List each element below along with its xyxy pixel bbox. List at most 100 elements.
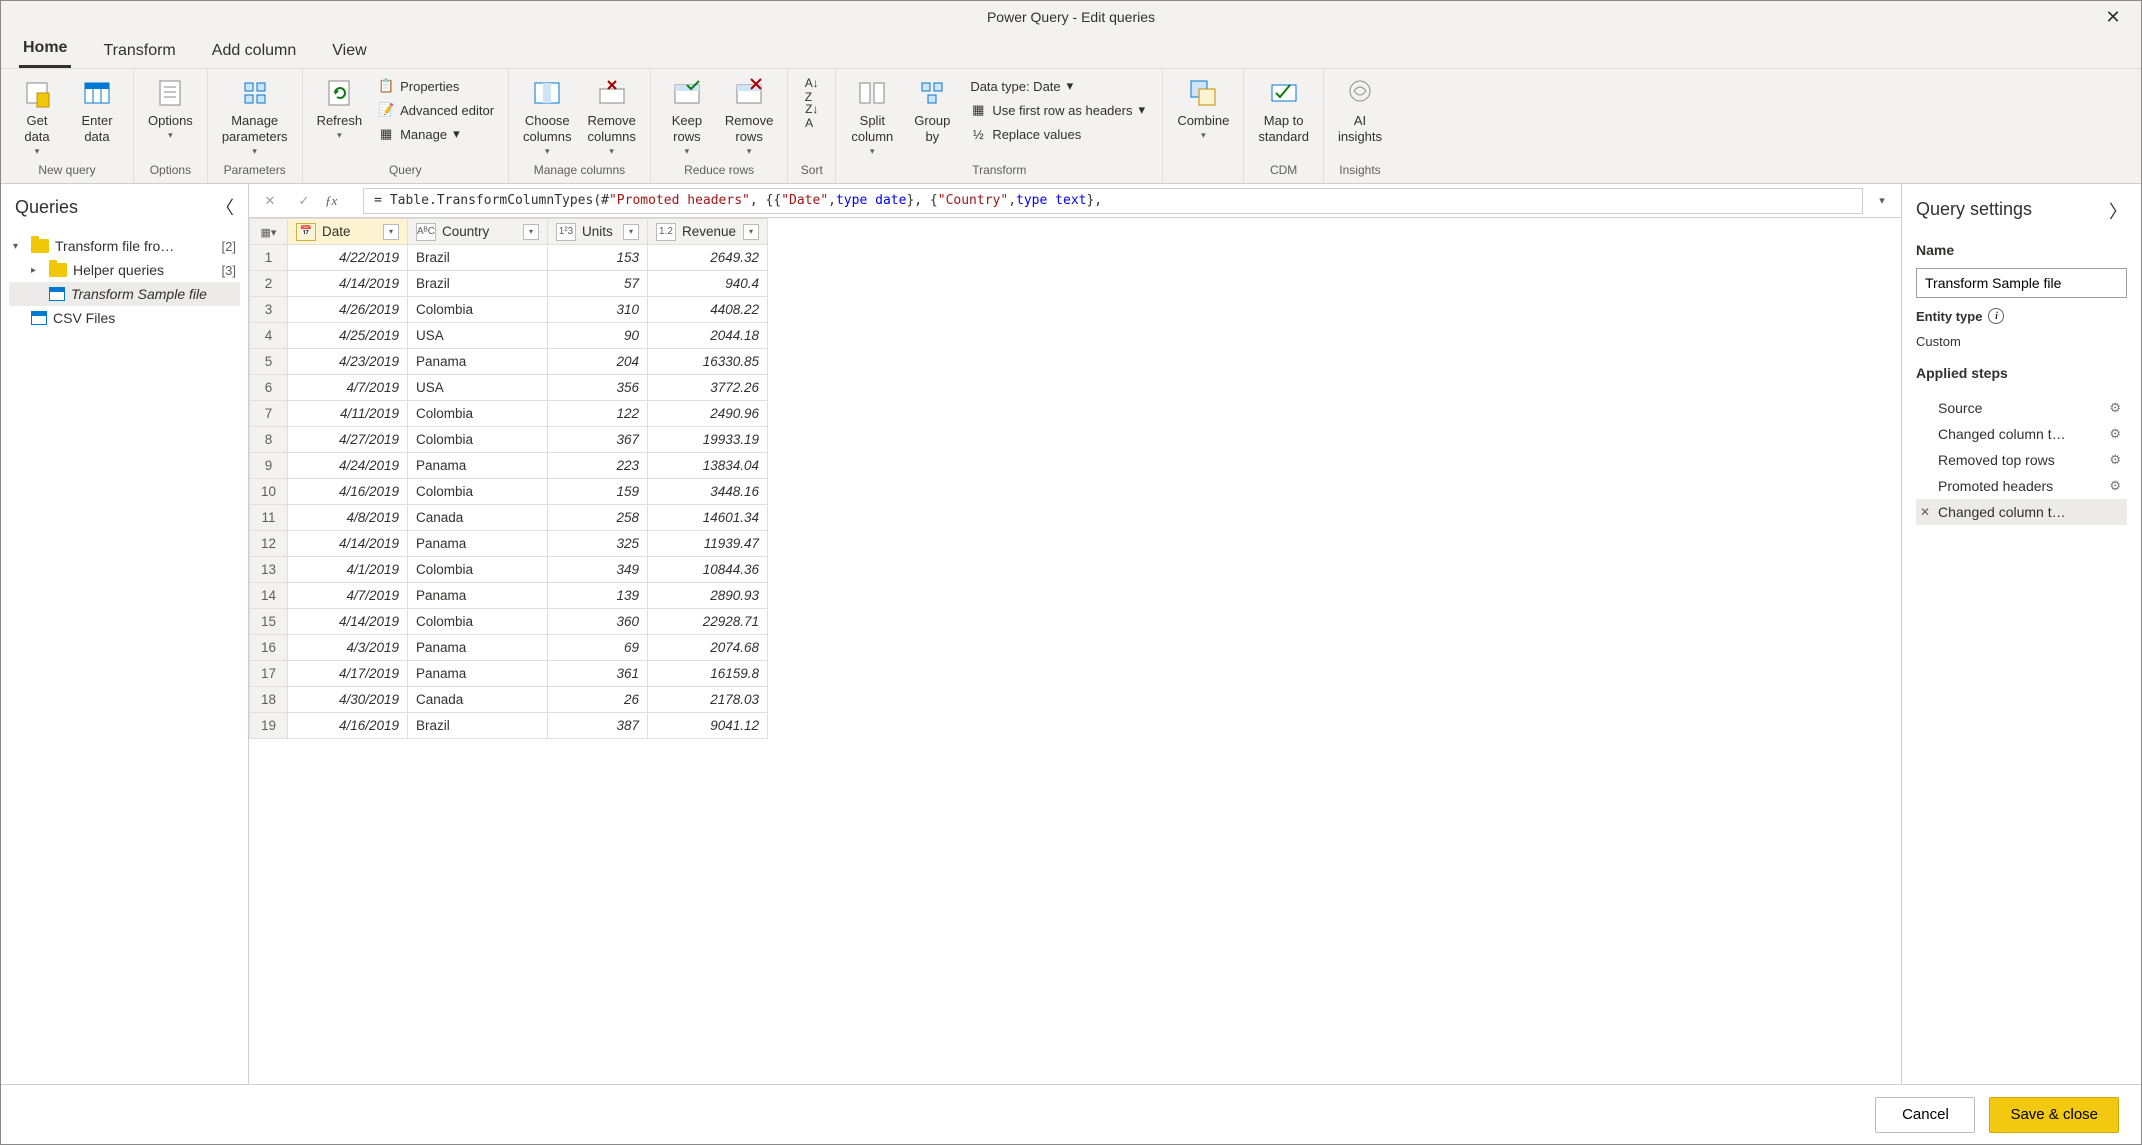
table-row[interactable]: 6 4/7/2019 USA 356 3772.26 xyxy=(250,375,768,401)
cell-revenue[interactable]: 2044.18 xyxy=(648,323,768,349)
sort-asc-button[interactable]: A↓Z xyxy=(803,79,821,101)
cell-revenue[interactable]: 2490.96 xyxy=(648,401,768,427)
cell-country[interactable]: Panama xyxy=(408,531,548,557)
row-number[interactable]: 2 xyxy=(250,271,288,297)
table-row[interactable]: 5 4/23/2019 Panama 204 16330.85 xyxy=(250,349,768,375)
get-data-button[interactable]: Get data▾ xyxy=(9,73,65,161)
query-name-input[interactable] xyxy=(1916,268,2127,298)
table-row[interactable]: 8 4/27/2019 Colombia 367 19933.19 xyxy=(250,427,768,453)
type-icon[interactable]: 1.2 xyxy=(656,223,676,241)
cell-revenue[interactable]: 13834.04 xyxy=(648,453,768,479)
cell-units[interactable]: 57 xyxy=(548,271,648,297)
table-row[interactable]: 19 4/16/2019 Brazil 387 9041.12 xyxy=(250,713,768,739)
remove-columns-button[interactable]: Remove columns▾ xyxy=(581,73,641,161)
row-number[interactable]: 5 xyxy=(250,349,288,375)
table-row[interactable]: 16 4/3/2019 Panama 69 2074.68 xyxy=(250,635,768,661)
cell-units[interactable]: 122 xyxy=(548,401,648,427)
cell-country[interactable]: Colombia xyxy=(408,557,548,583)
applied-step[interactable]: Changed column t…⚙ xyxy=(1916,421,2127,447)
table-row[interactable]: 13 4/1/2019 Colombia 349 10844.36 xyxy=(250,557,768,583)
table-row[interactable]: 17 4/17/2019 Panama 361 16159.8 xyxy=(250,661,768,687)
row-number[interactable]: 13 xyxy=(250,557,288,583)
cell-revenue[interactable]: 19933.19 xyxy=(648,427,768,453)
table-row[interactable]: 4 4/25/2019 USA 90 2044.18 xyxy=(250,323,768,349)
cell-country[interactable]: Brazil xyxy=(408,271,548,297)
cell-revenue[interactable]: 11939.47 xyxy=(648,531,768,557)
cell-units[interactable]: 325 xyxy=(548,531,648,557)
cell-date[interactable]: 4/16/2019 xyxy=(288,479,408,505)
window-close-button[interactable]: ✕ xyxy=(2093,5,2133,29)
row-number[interactable]: 17 xyxy=(250,661,288,687)
replace-values-button[interactable]: ½Replace values xyxy=(964,123,1154,145)
cell-date[interactable]: 4/30/2019 xyxy=(288,687,408,713)
data-type-button[interactable]: Data type: Date ▾ xyxy=(964,75,1154,97)
cell-units[interactable]: 360 xyxy=(548,609,648,635)
cell-country[interactable]: Panama xyxy=(408,349,548,375)
type-icon[interactable]: 📅 xyxy=(296,223,316,241)
tab-home[interactable]: Home xyxy=(19,33,71,68)
cell-date[interactable]: 4/3/2019 xyxy=(288,635,408,661)
ai-insights-button[interactable]: AI insights xyxy=(1332,73,1388,149)
group-by-button[interactable]: Group by xyxy=(904,73,960,149)
applied-step[interactable]: ✕Changed column t… xyxy=(1916,499,2127,525)
applied-step[interactable]: Source⚙ xyxy=(1916,395,2127,421)
table-row[interactable]: 15 4/14/2019 Colombia 360 22928.71 xyxy=(250,609,768,635)
first-row-headers-button[interactable]: ▦Use first row as headers ▾ xyxy=(964,99,1154,121)
cell-revenue[interactable]: 2074.68 xyxy=(648,635,768,661)
cell-units[interactable]: 153 xyxy=(548,245,648,271)
tab-transform[interactable]: Transform xyxy=(99,36,179,68)
type-icon[interactable]: 1²3 xyxy=(556,223,576,241)
cell-country[interactable]: Colombia xyxy=(408,401,548,427)
cell-country[interactable]: Panama xyxy=(408,453,548,479)
cell-date[interactable]: 4/8/2019 xyxy=(288,505,408,531)
cell-revenue[interactable]: 2890.93 xyxy=(648,583,768,609)
cell-units[interactable]: 356 xyxy=(548,375,648,401)
cell-country[interactable]: Colombia xyxy=(408,609,548,635)
cell-units[interactable]: 90 xyxy=(548,323,648,349)
gear-icon[interactable]: ⚙ xyxy=(2109,452,2121,468)
cell-country[interactable]: USA xyxy=(408,323,548,349)
cell-country[interactable]: USA xyxy=(408,375,548,401)
cell-date[interactable]: 4/11/2019 xyxy=(288,401,408,427)
row-number[interactable]: 18 xyxy=(250,687,288,713)
combine-button[interactable]: Combine▾ xyxy=(1171,73,1235,145)
applied-step[interactable]: Removed top rows⚙ xyxy=(1916,447,2127,473)
row-number[interactable]: 3 xyxy=(250,297,288,323)
expand-formula-button[interactable]: ▾ xyxy=(1871,194,1893,207)
row-number[interactable]: 12 xyxy=(250,531,288,557)
row-number[interactable]: 8 xyxy=(250,427,288,453)
cancel-button[interactable]: Cancel xyxy=(1875,1097,1975,1133)
table-row[interactable]: 9 4/24/2019 Panama 223 13834.04 xyxy=(250,453,768,479)
column-header-date[interactable]: 📅Date▾ xyxy=(288,219,408,245)
cell-date[interactable]: 4/14/2019 xyxy=(288,609,408,635)
cell-units[interactable]: 349 xyxy=(548,557,648,583)
table-row[interactable]: 14 4/7/2019 Panama 139 2890.93 xyxy=(250,583,768,609)
cell-units[interactable]: 139 xyxy=(548,583,648,609)
cell-revenue[interactable]: 10844.36 xyxy=(648,557,768,583)
column-header-revenue[interactable]: 1.2Revenue▾ xyxy=(648,219,768,245)
cell-date[interactable]: 4/7/2019 xyxy=(288,583,408,609)
data-grid[interactable]: ▦▾📅Date▾AᴮCCountry▾1²3Units▾1.2Revenue▾ … xyxy=(249,218,768,739)
select-all-corner[interactable]: ▦▾ xyxy=(250,219,288,245)
row-number[interactable]: 15 xyxy=(250,609,288,635)
cell-country[interactable]: Panama xyxy=(408,661,548,687)
choose-columns-button[interactable]: Choose columns▾ xyxy=(517,73,577,161)
filter-dropdown-icon[interactable]: ▾ xyxy=(743,224,759,240)
cell-date[interactable]: 4/27/2019 xyxy=(288,427,408,453)
row-number[interactable]: 19 xyxy=(250,713,288,739)
cell-units[interactable]: 223 xyxy=(548,453,648,479)
table-row[interactable]: 18 4/30/2019 Canada 26 2178.03 xyxy=(250,687,768,713)
filter-dropdown-icon[interactable]: ▾ xyxy=(523,224,539,240)
enter-data-button[interactable]: Enter data xyxy=(69,73,125,149)
formula-input[interactable]: = Table.TransformColumnTypes(#"Promoted … xyxy=(363,188,1863,214)
cell-date[interactable]: 4/1/2019 xyxy=(288,557,408,583)
map-to-standard-button[interactable]: Map to standard xyxy=(1252,73,1315,149)
cell-revenue[interactable]: 14601.34 xyxy=(648,505,768,531)
tab-add-column[interactable]: Add column xyxy=(208,36,301,68)
column-header-units[interactable]: 1²3Units▾ xyxy=(548,219,648,245)
table-row[interactable]: 7 4/11/2019 Colombia 122 2490.96 xyxy=(250,401,768,427)
cell-revenue[interactable]: 3772.26 xyxy=(648,375,768,401)
cell-revenue[interactable]: 16330.85 xyxy=(648,349,768,375)
row-number[interactable]: 6 xyxy=(250,375,288,401)
cell-revenue[interactable]: 22928.71 xyxy=(648,609,768,635)
